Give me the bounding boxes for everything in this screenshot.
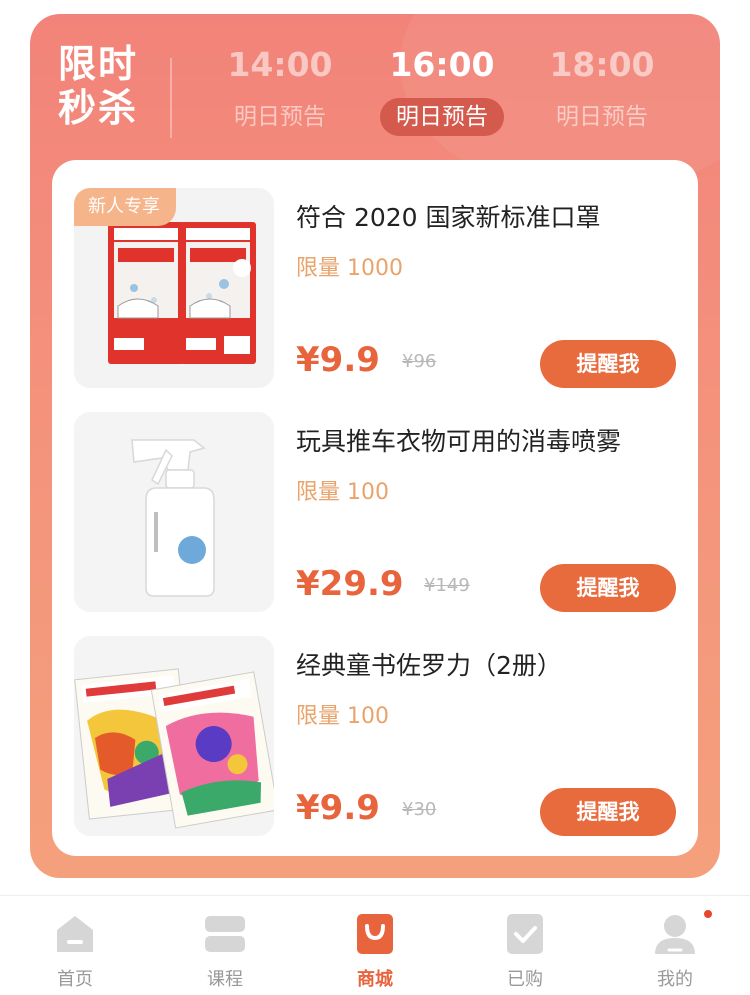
purchased-check-icon bbox=[507, 914, 543, 954]
tab-time: 16:00 bbox=[389, 45, 495, 84]
bottom-nav: 首页 课程 商城 已购 我的 bbox=[0, 895, 750, 995]
product-name[interactable]: 玩具推车衣物可用的消毒喷雾 bbox=[296, 422, 621, 462]
remind-me-button[interactable]: 提醒我 bbox=[540, 788, 676, 836]
flash-sale-title: 限时秒杀 bbox=[58, 42, 139, 130]
product-limit: 限量 1000 bbox=[296, 256, 403, 281]
remind-me-button[interactable]: 提醒我 bbox=[540, 340, 676, 388]
nav-item-course[interactable]: 课程 bbox=[150, 896, 300, 995]
tab-subtitle: 明日预告 bbox=[556, 104, 648, 130]
tab-subtitle: 明日预告 bbox=[380, 98, 504, 136]
tab-time: 2 bbox=[692, 44, 720, 86]
product-limit: 限量 100 bbox=[296, 480, 389, 505]
nav-label: 首页 bbox=[57, 969, 93, 990]
tab-subtitle: 明日预告 bbox=[234, 104, 326, 130]
tab-time: 18:00 bbox=[549, 45, 655, 84]
product-item[interactable]: 玩具推车衣物可用的消毒喷雾 限量 100 ¥29.9 ¥149 提醒我 bbox=[52, 384, 698, 612]
nav-label: 已购 bbox=[507, 969, 543, 990]
nav-item-profile[interactable]: 我的 bbox=[600, 896, 750, 995]
book-set-image[interactable] bbox=[74, 636, 274, 836]
product-limit: 限量 100 bbox=[296, 704, 389, 729]
spray-bottle-image[interactable] bbox=[74, 412, 274, 612]
notification-dot bbox=[702, 908, 714, 920]
tab-partial[interactable]: 2 明 bbox=[692, 44, 720, 136]
flash-sale-panel: 限时秒杀 14:00 明日预告 16:00 明日预告 18:00 明日预告 2 … bbox=[30, 14, 720, 878]
product-price: ¥9.9 bbox=[296, 340, 380, 380]
course-icon bbox=[205, 916, 245, 952]
nav-item-home[interactable]: 首页 bbox=[0, 896, 150, 995]
tab-1400[interactable]: 14:00 明日预告 bbox=[210, 44, 350, 136]
product-name[interactable]: 经典童书佐罗力（2册） bbox=[296, 646, 562, 686]
nav-label: 商城 bbox=[357, 969, 393, 990]
tab-1800[interactable]: 18:00 明日预告 bbox=[532, 44, 672, 136]
nav-item-shop[interactable]: 商城 bbox=[300, 896, 450, 995]
product-original-price: ¥30 bbox=[402, 799, 437, 820]
product-list-card: 新人专享 符合 2020 国家新标准口罩 限量 1000 ¥9.9 ¥96 提醒… bbox=[52, 160, 698, 856]
product-original-price: ¥96 bbox=[402, 351, 437, 372]
home-icon bbox=[57, 916, 93, 952]
time-tabs: 14:00 明日预告 16:00 明日预告 18:00 明日预告 2 明 bbox=[200, 44, 720, 154]
product-price: ¥9.9 bbox=[296, 788, 380, 828]
profile-icon bbox=[655, 915, 695, 954]
mask-pack-image[interactable]: 新人专享 bbox=[74, 188, 274, 388]
shop-bag-icon bbox=[357, 914, 393, 954]
nav-label: 我的 bbox=[657, 969, 693, 990]
title-divider bbox=[170, 58, 172, 138]
product-price: ¥29.9 bbox=[296, 564, 404, 604]
product-name[interactable]: 符合 2020 国家新标准口罩 bbox=[296, 198, 601, 238]
tab-1600[interactable]: 16:00 明日预告 bbox=[372, 44, 512, 136]
product-item[interactable]: 新人专享 符合 2020 国家新标准口罩 限量 1000 ¥9.9 ¥96 提醒… bbox=[52, 160, 698, 388]
nav-item-purchased[interactable]: 已购 bbox=[450, 896, 600, 995]
product-item[interactable]: 经典童书佐罗力（2册） 限量 100 ¥9.9 ¥30 提醒我 bbox=[52, 608, 698, 836]
nav-label: 课程 bbox=[207, 969, 243, 990]
remind-me-button[interactable]: 提醒我 bbox=[540, 564, 676, 612]
new-user-badge: 新人专享 bbox=[74, 188, 176, 226]
product-original-price: ¥149 bbox=[424, 575, 470, 596]
tab-time: 14:00 bbox=[227, 45, 333, 84]
